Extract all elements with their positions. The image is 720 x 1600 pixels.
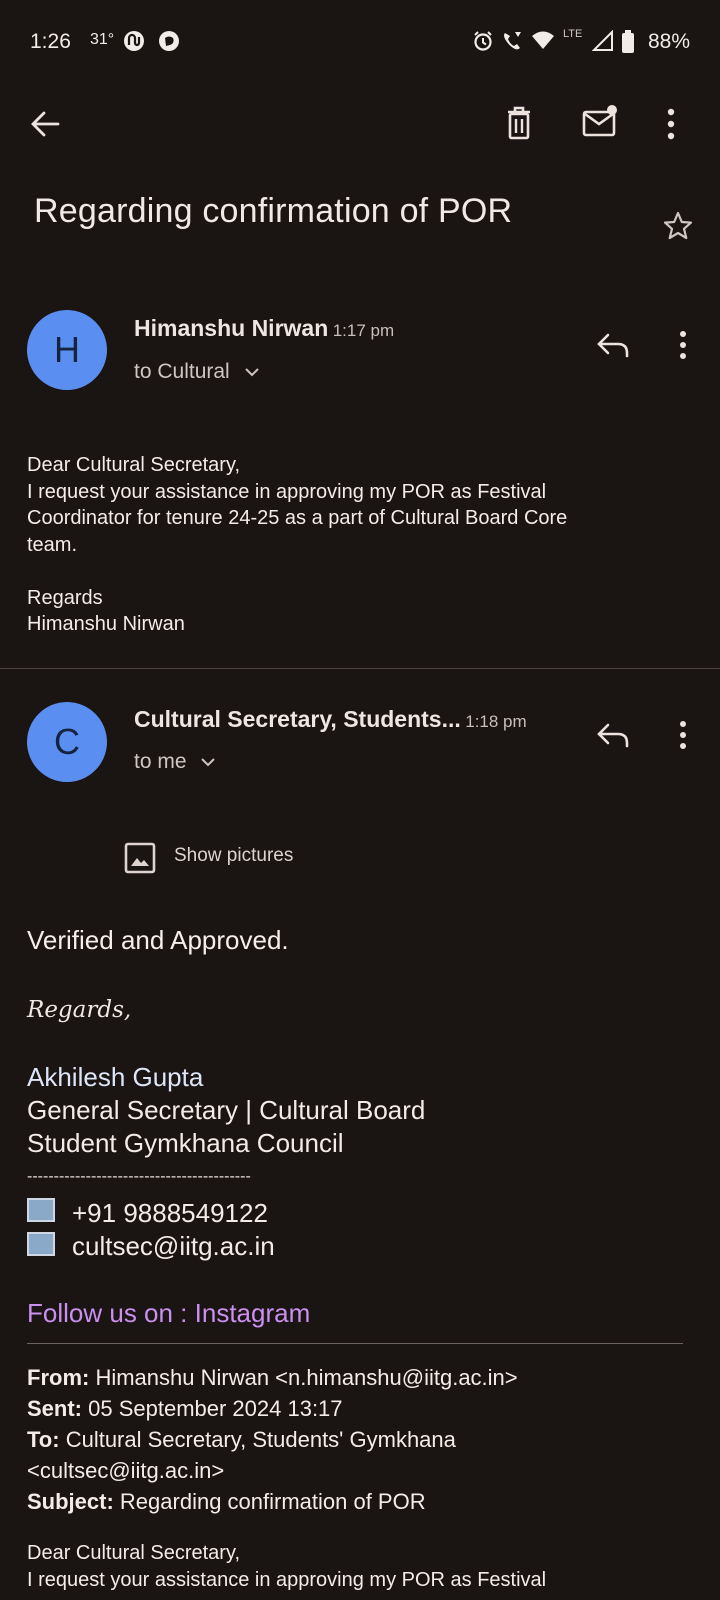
more-options-icon[interactable] bbox=[666, 108, 676, 140]
signature-separator: ----------------------------------------… bbox=[27, 1168, 251, 1185]
subject-value: Regarding confirmation of POR bbox=[113, 1489, 426, 1514]
message-more-icon[interactable] bbox=[678, 330, 688, 360]
reply-icon[interactable] bbox=[596, 722, 630, 748]
delete-icon[interactable] bbox=[506, 106, 532, 140]
star-icon[interactable] bbox=[662, 210, 694, 242]
signal-icon bbox=[592, 30, 613, 51]
body-line: Dear Cultural Secretary, bbox=[27, 454, 241, 476]
top-app-bar bbox=[0, 100, 720, 148]
broken-image-icon bbox=[27, 1198, 55, 1222]
regards-text: Regards, bbox=[27, 997, 132, 1023]
body-line: I request your assistance in approving m… bbox=[27, 1568, 547, 1591]
body-line: I request your assistance in approving m… bbox=[27, 480, 547, 503]
chevron-down-icon bbox=[201, 758, 216, 767]
avatar[interactable]: H bbox=[27, 310, 107, 390]
status-temperature: 31° bbox=[90, 31, 115, 48]
signature-title: General Secretary | Cultural Board bbox=[27, 1095, 426, 1125]
show-pictures-button[interactable]: Show pictures bbox=[174, 845, 293, 867]
status-bar: 1:26 31° LTE 88% bbox=[0, 28, 720, 58]
wifi-icon bbox=[532, 31, 554, 49]
battery-percent: 88% bbox=[648, 30, 691, 53]
from-label: From: bbox=[27, 1365, 90, 1390]
subject-label: Subject: bbox=[27, 1489, 114, 1514]
sent-label: Sent: bbox=[27, 1396, 82, 1421]
message-divider bbox=[0, 668, 720, 669]
quoted-header: From: Himanshu Nirwan <n.himanshu@iitg.a… bbox=[27, 1362, 667, 1517]
sender-name: Cultural Secretary, Students... bbox=[134, 706, 461, 732]
message-time: 1:18 pm bbox=[465, 712, 527, 731]
body-line: team. bbox=[27, 533, 78, 556]
recipient-dropdown[interactable]: to me bbox=[134, 750, 216, 774]
broken-image-icon bbox=[27, 1232, 55, 1256]
battery-icon bbox=[622, 30, 634, 53]
body-line: Dear Cultural Secretary, bbox=[27, 1542, 241, 1564]
body-line bbox=[27, 558, 667, 585]
body-line: Coordinator for tenure 24-25 as a part o… bbox=[27, 507, 568, 529]
alarm-icon bbox=[474, 31, 492, 51]
body-line: Regards bbox=[27, 586, 103, 609]
signature-org: Student Gymkhana Council bbox=[27, 1128, 344, 1158]
quote-divider bbox=[27, 1343, 683, 1344]
signature-phone[interactable]: +91 9888549122 bbox=[72, 1198, 268, 1229]
recipient-label: to me bbox=[134, 750, 187, 773]
mark-unread-icon[interactable] bbox=[582, 104, 618, 138]
app-notification-icon bbox=[124, 31, 144, 51]
email-subject: Regarding confirmation of POR bbox=[34, 192, 513, 230]
message-header[interactable]: Cultural Secretary, Students... 1:18 pm bbox=[134, 706, 527, 733]
message-text: Verified and Approved. bbox=[27, 925, 289, 955]
recipient-label: to Cultural bbox=[134, 360, 230, 383]
sent-value: 05 September 2024 13:17 bbox=[82, 1396, 343, 1421]
sender-name: Himanshu Nirwan bbox=[134, 315, 329, 341]
image-icon[interactable] bbox=[124, 842, 156, 874]
to-value-email: <cultsec@iitg.ac.in> bbox=[27, 1458, 225, 1483]
message-more-icon[interactable] bbox=[678, 720, 688, 750]
back-arrow-icon[interactable] bbox=[30, 110, 60, 138]
lte-label: LTE bbox=[563, 28, 583, 40]
message-body: Dear Cultural Secretary, I request your … bbox=[27, 452, 667, 638]
from-value: Himanshu Nirwan <n.himanshu@iitg.ac.in> bbox=[89, 1365, 518, 1390]
to-value: Cultural Secretary, Students' Gymkhana bbox=[59, 1427, 456, 1452]
signature-name: Akhilesh Gupta bbox=[27, 1062, 204, 1092]
chevron-down-icon bbox=[244, 368, 259, 377]
status-time: 1:26 bbox=[30, 30, 71, 53]
message-header[interactable]: Himanshu Nirwan 1:17 pm bbox=[134, 315, 394, 342]
reply-icon[interactable] bbox=[596, 332, 630, 358]
message-time: 1:17 pm bbox=[332, 321, 395, 340]
avatar[interactable]: C bbox=[27, 702, 107, 782]
quoted-body: Dear Cultural Secretary, I request your … bbox=[27, 1540, 667, 1593]
body-line: Himanshu Nirwan bbox=[27, 613, 185, 635]
signature-email[interactable]: cultsec@iitg.ac.in bbox=[72, 1231, 275, 1262]
wifi-calling-icon bbox=[504, 32, 521, 50]
to-label: To: bbox=[27, 1427, 60, 1452]
chat-notification-icon bbox=[159, 31, 179, 51]
recipient-dropdown[interactable]: to Cultural bbox=[134, 360, 260, 384]
instagram-link[interactable]: Follow us on : Instagram bbox=[27, 1298, 310, 1329]
